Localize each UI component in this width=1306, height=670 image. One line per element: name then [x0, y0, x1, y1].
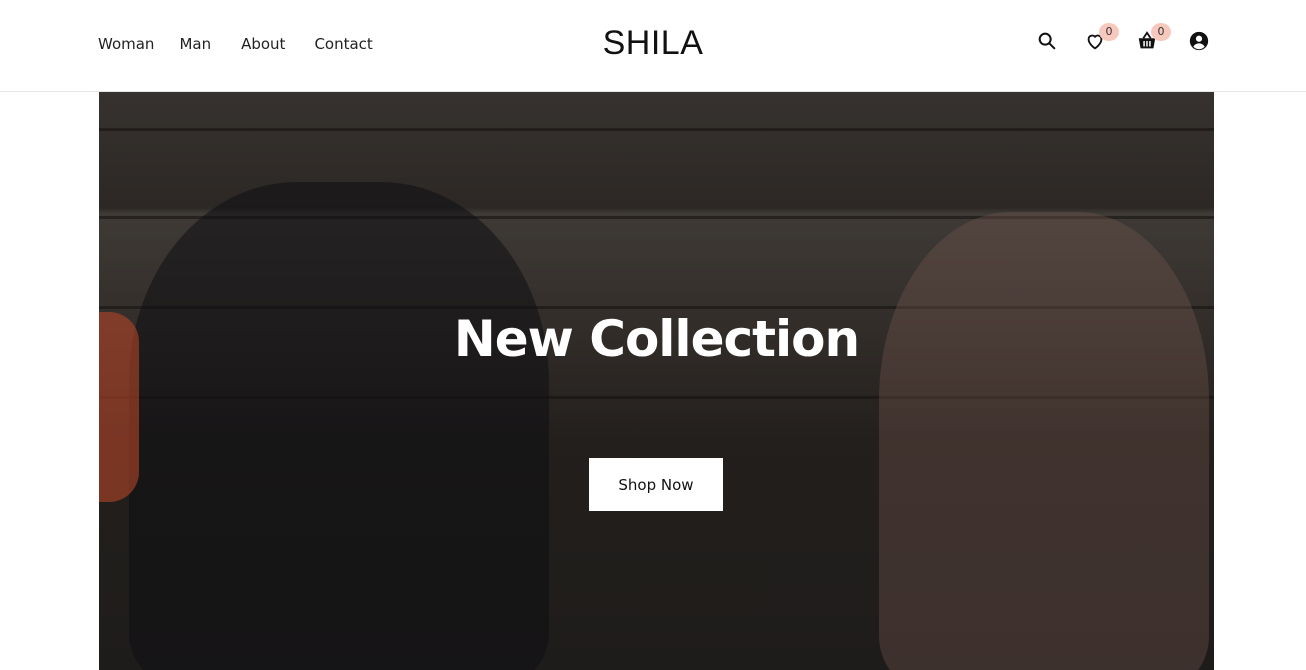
site-header: Woman Man About Contact SHILA 0 0: [0, 0, 1306, 92]
hero-photo-figure-man: [129, 182, 549, 670]
search-icon[interactable]: [1036, 30, 1060, 54]
shop-now-button[interactable]: Shop Now: [589, 458, 723, 511]
hero-bg-plank: [99, 128, 1214, 131]
wishlist-count-badge: 0: [1099, 23, 1119, 41]
hero-title: New Collection: [453, 310, 860, 368]
wishlist-button[interactable]: 0: [1084, 23, 1119, 54]
cart-count-badge: 0: [1151, 23, 1171, 41]
hero-photo-figure-woman: [879, 212, 1209, 670]
cart-button[interactable]: 0: [1136, 23, 1171, 54]
user-icon[interactable]: [1188, 30, 1212, 54]
hero-banner: New Collection Shop Now: [99, 92, 1214, 670]
